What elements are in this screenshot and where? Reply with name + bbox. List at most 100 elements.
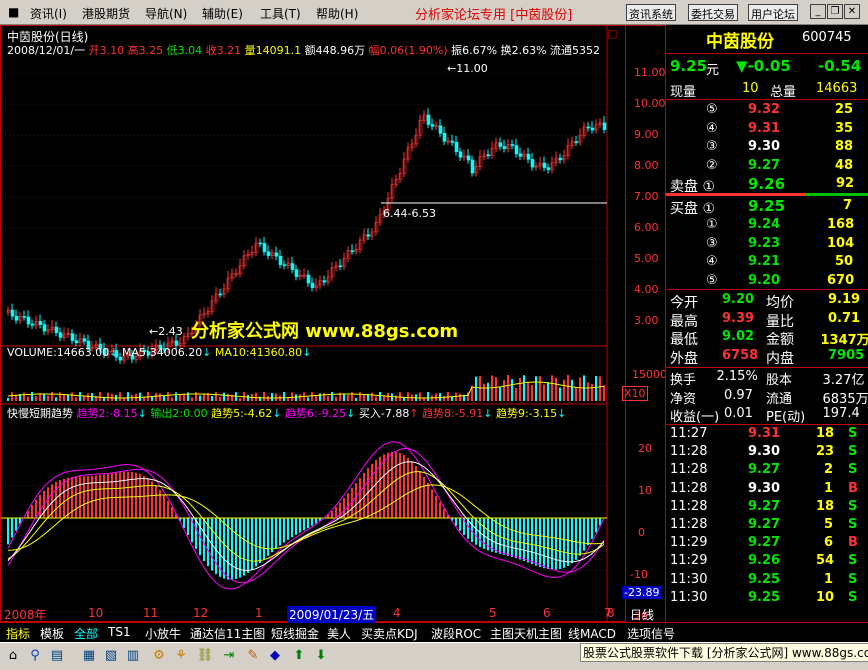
menu-navigate[interactable]: 导航(N) xyxy=(145,5,187,22)
bottom-tab[interactable]: 短线掘金 xyxy=(271,625,319,642)
volume-bar xyxy=(35,396,37,401)
indicator-bar xyxy=(551,518,553,570)
restore-icon[interactable]: ❐ xyxy=(827,4,843,19)
menu-tools[interactable]: 工具(T) xyxy=(260,5,301,22)
tick-time: 11:28 xyxy=(670,498,708,514)
period-label[interactable]: 日线 xyxy=(630,606,654,623)
bottom-tab[interactable]: 指标 xyxy=(6,625,30,642)
volume-bar xyxy=(199,395,201,401)
import-icon[interactable]: ⇥ xyxy=(220,647,238,665)
stat-value: 9.39 xyxy=(722,310,755,326)
tick-side: B xyxy=(848,480,858,496)
diamond-icon[interactable]: ◆ xyxy=(266,647,284,665)
fin-value: 0.01 xyxy=(724,406,753,421)
menu-help[interactable]: 帮助(H) xyxy=(316,5,358,22)
tick-side: S xyxy=(848,571,858,587)
volume-bar xyxy=(283,392,285,401)
volume-bar xyxy=(507,375,509,401)
candle-body xyxy=(322,280,327,283)
indicator-bar xyxy=(163,495,165,518)
volume-bar xyxy=(327,396,329,401)
volume-bar xyxy=(419,392,421,401)
fin-label: 流通 xyxy=(766,391,793,407)
link-icon[interactable]: ⛓ xyxy=(196,647,214,665)
volume-bar xyxy=(183,394,185,401)
indicator-bar xyxy=(295,518,297,535)
volume-bar xyxy=(291,392,293,401)
indicator-bar xyxy=(311,518,313,526)
bottom-tab[interactable]: TS1 xyxy=(108,625,131,639)
chart-panel[interactable]: 中茵股份(日线) □ 2008/12/01/一 开3.10 高3.25 低3.0… xyxy=(0,25,626,622)
bottom-tab[interactable]: 线MACD xyxy=(568,625,616,642)
volume-bar xyxy=(267,396,269,401)
volume-bar xyxy=(271,393,273,401)
pencil-icon[interactable]: ✎ xyxy=(244,647,262,665)
indicator-bar xyxy=(391,451,393,518)
report-icon[interactable]: ▤ xyxy=(48,647,66,665)
indicator-bar xyxy=(107,473,109,518)
stat-label: 内盘 xyxy=(766,350,794,367)
candle-body xyxy=(470,159,475,174)
sell-level: ⑤ xyxy=(706,102,718,117)
candle-body xyxy=(430,124,435,127)
indicator-icon[interactable]: ▧ xyxy=(102,647,120,665)
stock-name: 中茵股份 xyxy=(706,32,774,52)
indicator-bar xyxy=(435,495,437,518)
stat-label: 最高 xyxy=(670,313,698,330)
bottom-tab[interactable]: 买卖点KDJ xyxy=(361,625,418,642)
divider xyxy=(666,367,868,368)
home-icon[interactable]: ⌂ xyxy=(4,647,22,665)
minimize-icon[interactable]: _ xyxy=(810,4,826,19)
sell-level: ③ xyxy=(706,139,718,154)
bottom-bar: 2008年10111213456782009/01/23/五日线指标模板全部TS… xyxy=(0,606,868,642)
arrow-up-icon[interactable]: ⬆ xyxy=(290,647,308,665)
close-icon[interactable]: ✕ xyxy=(844,4,860,19)
bottom-tab[interactable]: 波段ROC xyxy=(431,625,481,642)
app-icon[interactable]: ■ xyxy=(8,5,19,19)
trade-button[interactable]: 委托交易 xyxy=(688,4,738,21)
volume-bar xyxy=(175,392,177,401)
indicator-bar xyxy=(171,507,173,518)
bottom-tab[interactable]: 通达信11主图 xyxy=(190,625,265,642)
search-icon[interactable]: ⚲ xyxy=(26,647,44,665)
volume-bar xyxy=(495,377,497,401)
stat-label: 今开 xyxy=(670,295,698,311)
candle-body xyxy=(426,114,431,125)
indicator-bar xyxy=(359,477,361,518)
volume-bar xyxy=(107,392,109,401)
scan-icon[interactable]: ⚘ xyxy=(172,647,190,665)
candle-body xyxy=(54,326,59,333)
menu-hk-futures[interactable]: 港股期货 xyxy=(82,5,130,22)
zoom-icon[interactable]: ⚙ xyxy=(150,647,168,665)
volume-bar xyxy=(387,393,389,401)
indicator-bar xyxy=(183,518,185,528)
list-icon[interactable]: ▥ xyxy=(124,647,142,665)
low-annotation: ←2.43 xyxy=(149,325,183,338)
indicator-bar xyxy=(55,481,57,518)
bottom-tab[interactable]: 小放牛 xyxy=(145,625,181,642)
info-system-button[interactable]: 资讯系统 xyxy=(626,4,676,21)
chart-icon[interactable]: ▦ xyxy=(80,647,98,665)
indicator-bar xyxy=(375,459,377,518)
buy-volume: 104 xyxy=(827,235,855,251)
stock-code: 600745 xyxy=(802,30,852,45)
arrow-down-icon[interactable]: ⬇ xyxy=(312,647,330,665)
sell1-price: 9.26 xyxy=(748,175,786,193)
indicator-bar xyxy=(75,476,77,518)
buy1-price: 9.25 xyxy=(748,197,786,215)
candle-body xyxy=(502,146,507,150)
bottom-tab[interactable]: 选项信号 xyxy=(627,625,675,642)
bottom-tab[interactable]: 美人 xyxy=(327,625,351,642)
volume-bar xyxy=(407,392,409,401)
forum-button[interactable]: 用户论坛 xyxy=(748,4,798,21)
candle-body xyxy=(14,315,19,321)
menu-info[interactable]: 资讯(I) xyxy=(30,5,67,22)
bottom-tab[interactable]: 模板 xyxy=(40,625,64,642)
now-volume-label: 现量 xyxy=(670,85,697,100)
bottom-tab[interactable]: 主图天机主图 xyxy=(490,625,562,642)
bid-ask-bar xyxy=(666,193,806,196)
volume-bar xyxy=(591,384,593,401)
bottom-tab[interactable]: 全部 xyxy=(74,625,98,642)
buy-volume: 168 xyxy=(827,217,855,232)
menu-assist[interactable]: 辅助(E) xyxy=(202,5,243,22)
